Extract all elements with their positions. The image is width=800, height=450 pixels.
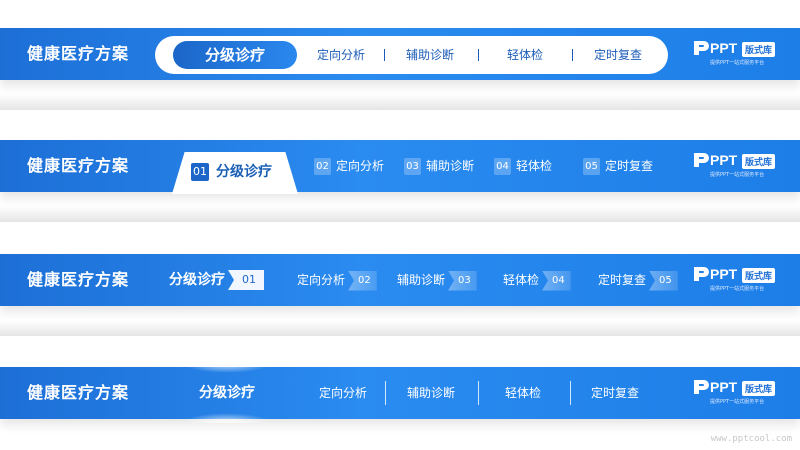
p-logo-icon [694, 380, 709, 394]
item-number-tag: 05 [649, 270, 678, 291]
item-number: 02 [314, 158, 331, 175]
divider [478, 381, 479, 405]
item-label: 分级诊疗 [169, 272, 225, 288]
divider [572, 49, 573, 61]
ppt-logo: PPT 版式库 提供PPT一站式服务平台 [692, 39, 786, 69]
item-label: 定向分析 [336, 159, 385, 173]
p-logo-icon [694, 41, 709, 55]
nav-item[interactable]: 辅助诊断 03 [397, 254, 477, 306]
nav-item[interactable]: 辅助诊断 [407, 367, 455, 419]
nav-item-active[interactable]: 分级诊疗 [173, 41, 297, 69]
watermark: www.pptcool.com [710, 434, 792, 444]
ppt-logo: PPT 版式库 提供PPT一站式服务平台 [692, 378, 786, 408]
nav-item-active[interactable]: 分级诊疗 01 [169, 254, 264, 306]
divider [384, 49, 385, 61]
page-title: 健康医疗方案 [27, 156, 130, 175]
divider-shadow [0, 320, 800, 336]
nav-item[interactable]: 定时复查 [594, 36, 642, 74]
nav-pill-container: 分级诊疗 定向分析 辅助诊断 轻体检 定时复查 [155, 36, 668, 74]
divider-shadow [0, 206, 800, 222]
item-label: 辅助诊断 [426, 159, 475, 173]
item-label: 分级诊疗 [199, 385, 255, 401]
item-label: 定时复查 [605, 159, 654, 173]
nav-tab-active[interactable]: 01 分级诊疗 [172, 152, 298, 194]
logo-text: PPT [710, 40, 738, 56]
item-number: 05 [583, 158, 600, 175]
ppt-logo: PPT 版式库 提供PPT一站式服务平台 [692, 265, 786, 295]
item-number: 04 [494, 158, 511, 175]
nav-item[interactable]: 02 定向分析 [314, 140, 384, 192]
nav-item[interactable]: 定向分析 [317, 36, 365, 74]
p-logo-icon [694, 267, 709, 281]
nav-item[interactable]: 定向分析 02 [297, 254, 377, 306]
item-number-tag: 04 [542, 270, 571, 291]
nav-item[interactable]: 定时复查 05 [598, 254, 678, 306]
nav-item-active[interactable]: 分级诊疗 [182, 363, 272, 423]
nav-item[interactable]: 定向分析 [319, 367, 367, 419]
nav-bar-style-3: 健康医疗方案 分级诊疗 01 定向分析 02 辅助诊断 03 轻体检 04 定时复查 05… [0, 254, 800, 306]
ppt-logo: PPT 版式库 提供PPT一站式服务平台 [692, 151, 786, 181]
item-label: 轻体检 [516, 159, 553, 173]
logo-text: PPT [710, 266, 738, 282]
highlight-arc-bottom [182, 413, 272, 423]
page-title: 健康医疗方案 [27, 44, 130, 63]
nav-item[interactable]: 定时复查 [591, 367, 639, 419]
logo-badge: 版式库 [742, 381, 776, 396]
p-logo-icon [694, 153, 709, 167]
nav-item[interactable]: 04 轻体检 [494, 140, 552, 192]
nav-bar-style-2: 健康医疗方案 01 分级诊疗 02 定向分析 03 辅助诊断 04 轻体检 05 定时复… [0, 140, 800, 194]
item-label: 辅助诊断 [397, 273, 446, 287]
nav-item[interactable]: 轻体检 [507, 36, 543, 74]
nav-item[interactable]: 05 定时复查 [583, 140, 653, 192]
nav-bar-style-1: 健康医疗方案 分级诊疗 定向分析 辅助诊断 轻体检 定时复查 PPT 版式库 提… [0, 28, 800, 80]
page-title: 健康医疗方案 [27, 270, 130, 289]
nav-bar-style-4: 健康医疗方案 分级诊疗 定向分析 辅助诊断 轻体检 定时复查 PPT 版式库 提… [0, 363, 800, 423]
tab-number: 01 [191, 163, 209, 181]
nav-item[interactable]: 轻体检 [505, 367, 541, 419]
page-title: 健康医疗方案 [27, 383, 130, 402]
divider [570, 381, 571, 405]
item-label: 定时复查 [598, 273, 647, 287]
logo-text: PPT [710, 152, 738, 168]
item-number-tag: 02 [348, 270, 377, 291]
logo-text: PPT [710, 379, 738, 395]
logo-tagline: 提供PPT一站式服务平台 [710, 60, 765, 66]
item-number-tag: 03 [448, 270, 477, 291]
divider-shadow [0, 94, 800, 110]
nav-item[interactable]: 辅助诊断 [406, 36, 454, 74]
item-number: 03 [404, 158, 421, 175]
divider [478, 49, 479, 61]
item-label: 轻体检 [503, 273, 540, 287]
tab-label: 分级诊疗 [216, 164, 272, 180]
logo-tagline: 提供PPT一站式服务平台 [710, 399, 765, 405]
divider [385, 381, 386, 405]
logo-tagline: 提供PPT一站式服务平台 [710, 172, 765, 178]
item-number-tag: 01 [228, 270, 264, 290]
nav-item[interactable]: 03 辅助诊断 [404, 140, 474, 192]
logo-badge: 版式库 [742, 268, 776, 283]
logo-badge: 版式库 [742, 42, 776, 57]
logo-tagline: 提供PPT一站式服务平台 [710, 286, 765, 292]
logo-badge: 版式库 [742, 154, 776, 169]
nav-item[interactable]: 轻体检 04 [503, 254, 571, 306]
item-label: 定向分析 [297, 273, 346, 287]
